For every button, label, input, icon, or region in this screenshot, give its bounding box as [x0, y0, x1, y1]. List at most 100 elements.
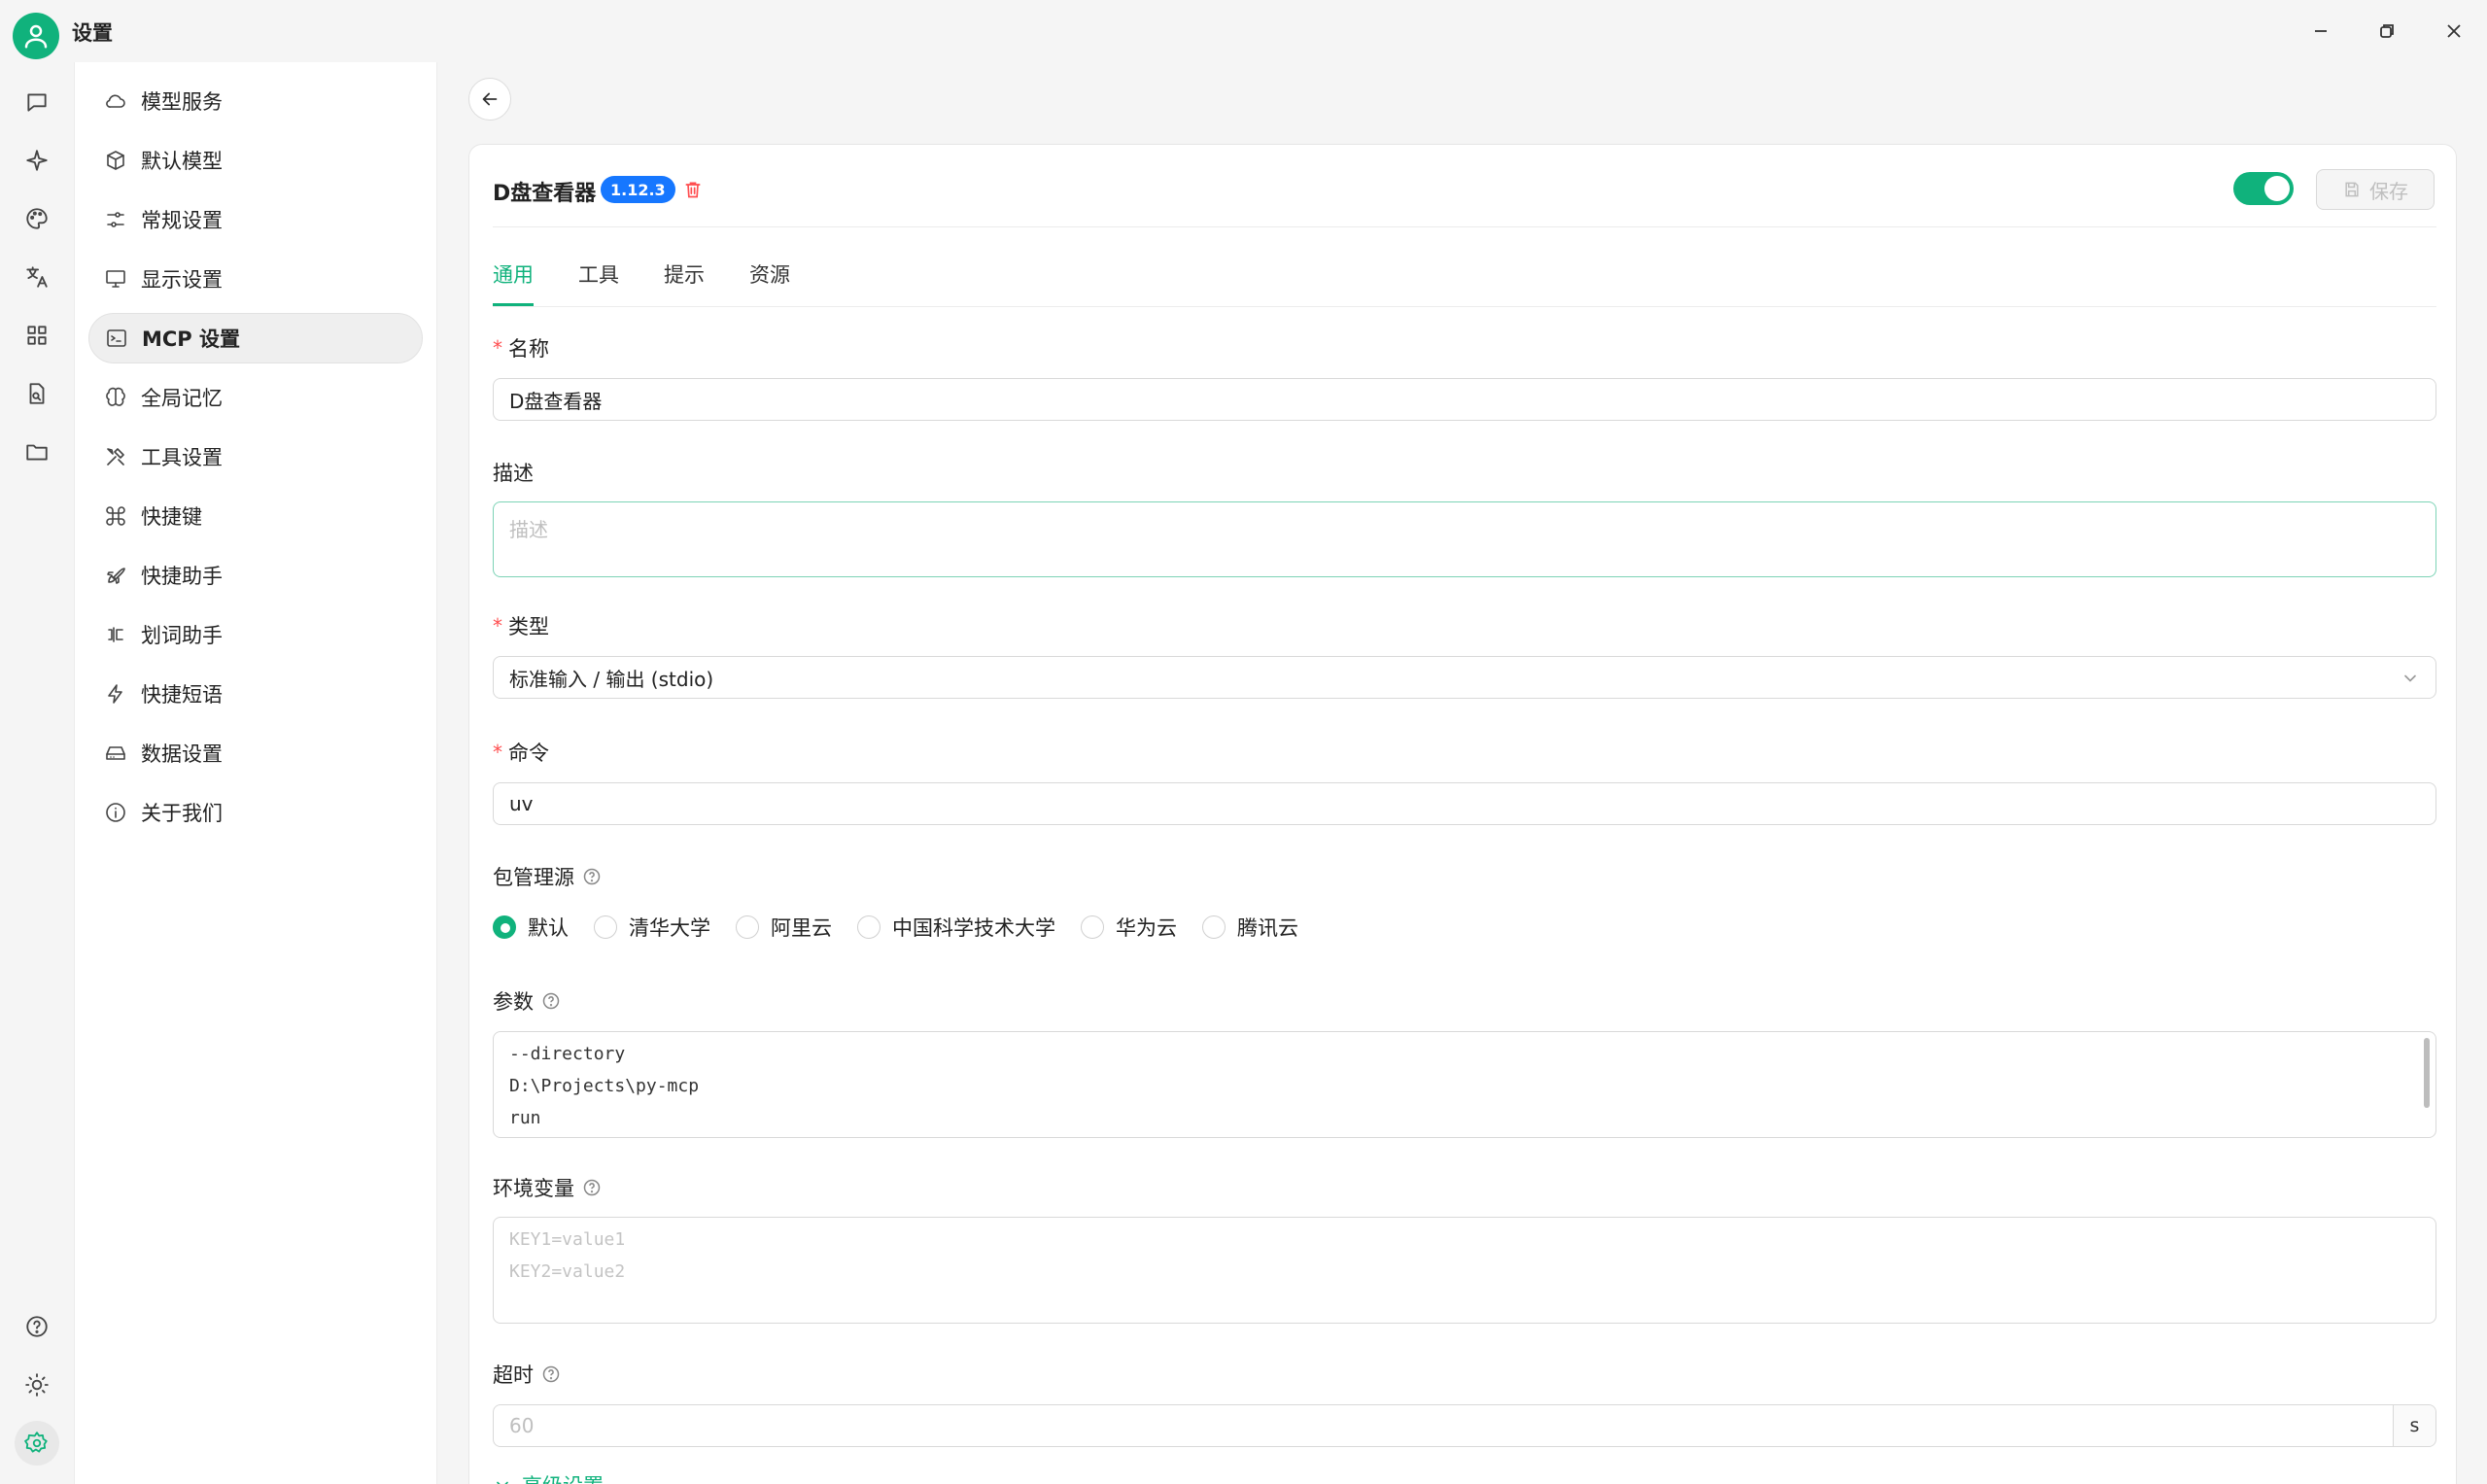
palette-icon	[26, 208, 48, 229]
required-marker: *	[493, 741, 502, 764]
tab-general[interactable]: 通用	[493, 259, 534, 306]
advanced-settings-toggle[interactable]: 高级设置	[493, 1470, 604, 1484]
menu-item-quick-phrases[interactable]: 快捷短语	[88, 669, 423, 719]
radio-registry-default[interactable]: 默认	[493, 913, 569, 942]
rail-assistant-button[interactable]	[17, 141, 56, 180]
settings-menu: 模型服务 默认模型 常规设置 显示设置 MCP 设置 全局记忆 工具设置 快捷键…	[74, 62, 437, 1484]
help-circle-icon[interactable]	[582, 867, 602, 886]
monitor-icon	[106, 270, 125, 288]
cloud-icon	[106, 94, 125, 108]
menu-item-quick-assistant[interactable]: 快捷助手	[88, 550, 423, 601]
rail-paint-button[interactable]	[17, 199, 56, 238]
rail-chat-button[interactable]	[17, 83, 56, 121]
radio-label: 中国科学技术大学	[892, 916, 1055, 940]
info-icon	[106, 803, 125, 822]
description-input[interactable]: 描述	[493, 501, 2436, 577]
radio-dot	[857, 915, 881, 939]
radio-registry-huawei[interactable]: 华为云	[1081, 913, 1177, 942]
minimize-button[interactable]	[2299, 10, 2342, 52]
back-button[interactable]	[468, 78, 511, 121]
tab-tools[interactable]: 工具	[578, 259, 619, 306]
required-marker: *	[493, 614, 502, 638]
menu-item-mcp[interactable]: MCP 设置	[88, 313, 423, 363]
menu-item-tools[interactable]: 工具设置	[88, 431, 423, 482]
help-circle-icon[interactable]	[582, 1178, 602, 1197]
rail-files-button[interactable]	[17, 432, 56, 471]
menu-item-label: 显示设置	[141, 268, 223, 292]
radio-registry-aliyun[interactable]: 阿里云	[736, 913, 832, 942]
save-icon	[2345, 182, 2359, 197]
tab-prompts[interactable]: 提示	[664, 259, 705, 306]
menu-item-general[interactable]: 常规设置	[88, 194, 423, 245]
registry-radio-group: 默认 清华大学 阿里云 中国科学技术大学 华为云 腾讯云	[493, 913, 1324, 942]
menu-item-selection-assistant[interactable]: 划词助手	[88, 609, 423, 660]
rail-translate-button[interactable]	[17, 258, 56, 296]
user-avatar[interactable]	[13, 13, 59, 59]
translate-icon	[26, 266, 48, 288]
zap-icon	[108, 684, 122, 704]
rail-apps-button[interactable]	[17, 316, 56, 355]
args-scrollbar[interactable]	[2424, 1038, 2430, 1108]
menu-item-shortcuts[interactable]: 快捷键	[88, 491, 423, 541]
rail-theme-button[interactable]	[17, 1365, 56, 1404]
radio-dot	[1202, 915, 1226, 939]
registry-field-label: 包管理源	[493, 862, 602, 891]
name-label-text: 名称	[508, 337, 549, 361]
menu-item-label: 快捷短语	[141, 683, 223, 707]
timeout-input[interactable]: 60 s	[493, 1404, 2436, 1447]
mcp-server-card: D盘查看器 1.12.3 保存 通用 工具 提示 资源 * 名称 D盘查看器 描…	[468, 144, 2457, 1484]
name-input[interactable]: D盘查看器	[493, 378, 2436, 421]
chevron-down-icon	[2404, 674, 2416, 682]
menu-item-label: 工具设置	[141, 446, 223, 469]
text-select-icon	[108, 627, 123, 642]
cube-icon	[107, 151, 124, 170]
menu-item-default-model[interactable]: 默认模型	[88, 135, 423, 186]
chevron-down-icon	[497, 1481, 508, 1484]
menu-item-memory[interactable]: 全局记忆	[88, 372, 423, 423]
menu-item-label: 默认模型	[141, 150, 223, 173]
args-textarea[interactable]: --directory D:\Projects\py-mcp run	[493, 1031, 2436, 1138]
description-label-text: 描述	[493, 462, 534, 485]
restore-button[interactable]	[2366, 10, 2408, 52]
help-circle-icon[interactable]	[541, 1364, 561, 1384]
radio-registry-tencent[interactable]: 腾讯云	[1202, 913, 1298, 942]
radio-registry-tsinghua[interactable]: 清华大学	[594, 913, 710, 942]
command-input[interactable]: uv	[493, 782, 2436, 825]
name-field-label: * 名称	[493, 333, 549, 362]
menu-item-label: 全局记忆	[141, 387, 223, 410]
env-textarea[interactable]: KEY1=value1 KEY2=value2	[493, 1217, 2436, 1324]
required-marker: *	[493, 336, 502, 360]
tab-resources[interactable]: 资源	[749, 259, 790, 306]
minimize-icon	[2315, 30, 2327, 32]
save-button[interactable]: 保存	[2316, 169, 2435, 210]
hard-drive-icon	[106, 746, 125, 760]
folder-icon	[26, 444, 48, 461]
args-line: run	[509, 1108, 541, 1128]
menu-item-model-service[interactable]: 模型服务	[88, 76, 423, 126]
command-field-label: * 命令	[493, 738, 549, 767]
terminal-icon	[107, 329, 126, 347]
rail-settings-button[interactable]	[15, 1421, 59, 1466]
rail-knowledge-button[interactable]	[17, 374, 56, 413]
user-icon	[24, 24, 48, 49]
radio-dot	[736, 915, 759, 939]
menu-item-data[interactable]: 数据设置	[88, 728, 423, 778]
radio-registry-ustc[interactable]: 中国科学技术大学	[857, 913, 1055, 942]
type-select[interactable]: 标准输入 / 输出 (stdio)	[493, 656, 2436, 699]
args-label-text: 参数	[493, 990, 534, 1014]
name-input-value: D盘查看器	[509, 389, 603, 413]
version-badge: 1.12.3	[601, 176, 675, 203]
delete-server-button[interactable]	[680, 177, 706, 202]
type-label-text: 类型	[508, 615, 549, 638]
radio-label: 华为云	[1116, 916, 1177, 940]
menu-item-label: 快捷键	[141, 505, 202, 529]
description-field-label: 描述	[493, 458, 534, 487]
rail-help-button[interactable]	[17, 1307, 56, 1346]
server-enabled-toggle[interactable]	[2233, 172, 2294, 205]
help-circle-icon[interactable]	[541, 991, 561, 1011]
close-button[interactable]	[2433, 10, 2475, 52]
menu-item-display[interactable]: 显示设置	[88, 254, 423, 304]
type-field-label: * 类型	[493, 611, 549, 640]
advanced-settings-label: 高级设置	[522, 1470, 604, 1484]
menu-item-about[interactable]: 关于我们	[88, 787, 423, 838]
